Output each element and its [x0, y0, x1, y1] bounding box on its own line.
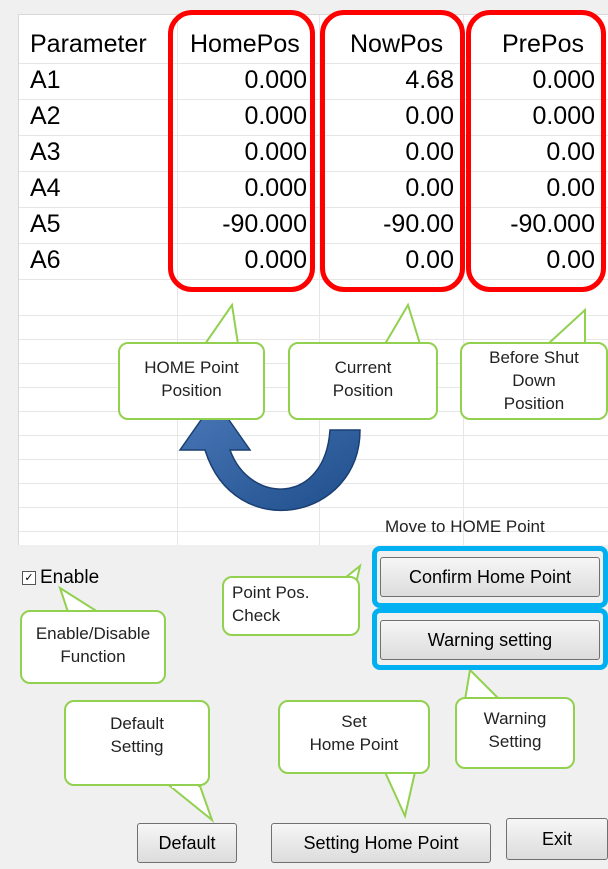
- param-cell: A3: [30, 138, 61, 166]
- exit-button[interactable]: Exit: [506, 818, 608, 860]
- default-button[interactable]: Default: [137, 823, 237, 863]
- move-to-home-label: Move to HOME Point: [385, 517, 545, 536]
- param-cell: A6: [30, 246, 61, 274]
- confirm-home-point-button[interactable]: Confirm Home Point: [380, 557, 600, 597]
- callout-enable-disable: Enable/Disable Function: [20, 610, 166, 684]
- header-parameter: Parameter: [30, 30, 147, 58]
- checkbox-check-icon[interactable]: ✓: [22, 571, 36, 585]
- callout-home-point-position: HOME Point Position: [118, 342, 265, 420]
- setting-home-point-button[interactable]: Setting Home Point: [271, 823, 491, 863]
- callout-default-setting: Default Setting: [64, 700, 210, 786]
- callout-set-home-point: Set Home Point: [278, 700, 430, 774]
- callout-current-position: Current Position: [288, 342, 438, 420]
- param-cell: A5: [30, 210, 61, 238]
- warning-setting-button[interactable]: Warning setting: [380, 620, 600, 660]
- homepos-highlight: [168, 10, 315, 292]
- param-cell: A2: [30, 102, 61, 130]
- param-cell: A1: [30, 66, 61, 94]
- callout-before-shutdown: Before Shut Down Position: [460, 342, 608, 420]
- callout-warning-setting: Warning Setting: [455, 697, 575, 769]
- param-cell: A4: [30, 174, 61, 202]
- nowpos-highlight: [320, 10, 465, 292]
- enable-checkbox[interactable]: ✓ Enable: [22, 567, 99, 589]
- prepos-highlight: [466, 10, 606, 292]
- callout-point-pos-check: Point Pos. Check: [222, 576, 360, 636]
